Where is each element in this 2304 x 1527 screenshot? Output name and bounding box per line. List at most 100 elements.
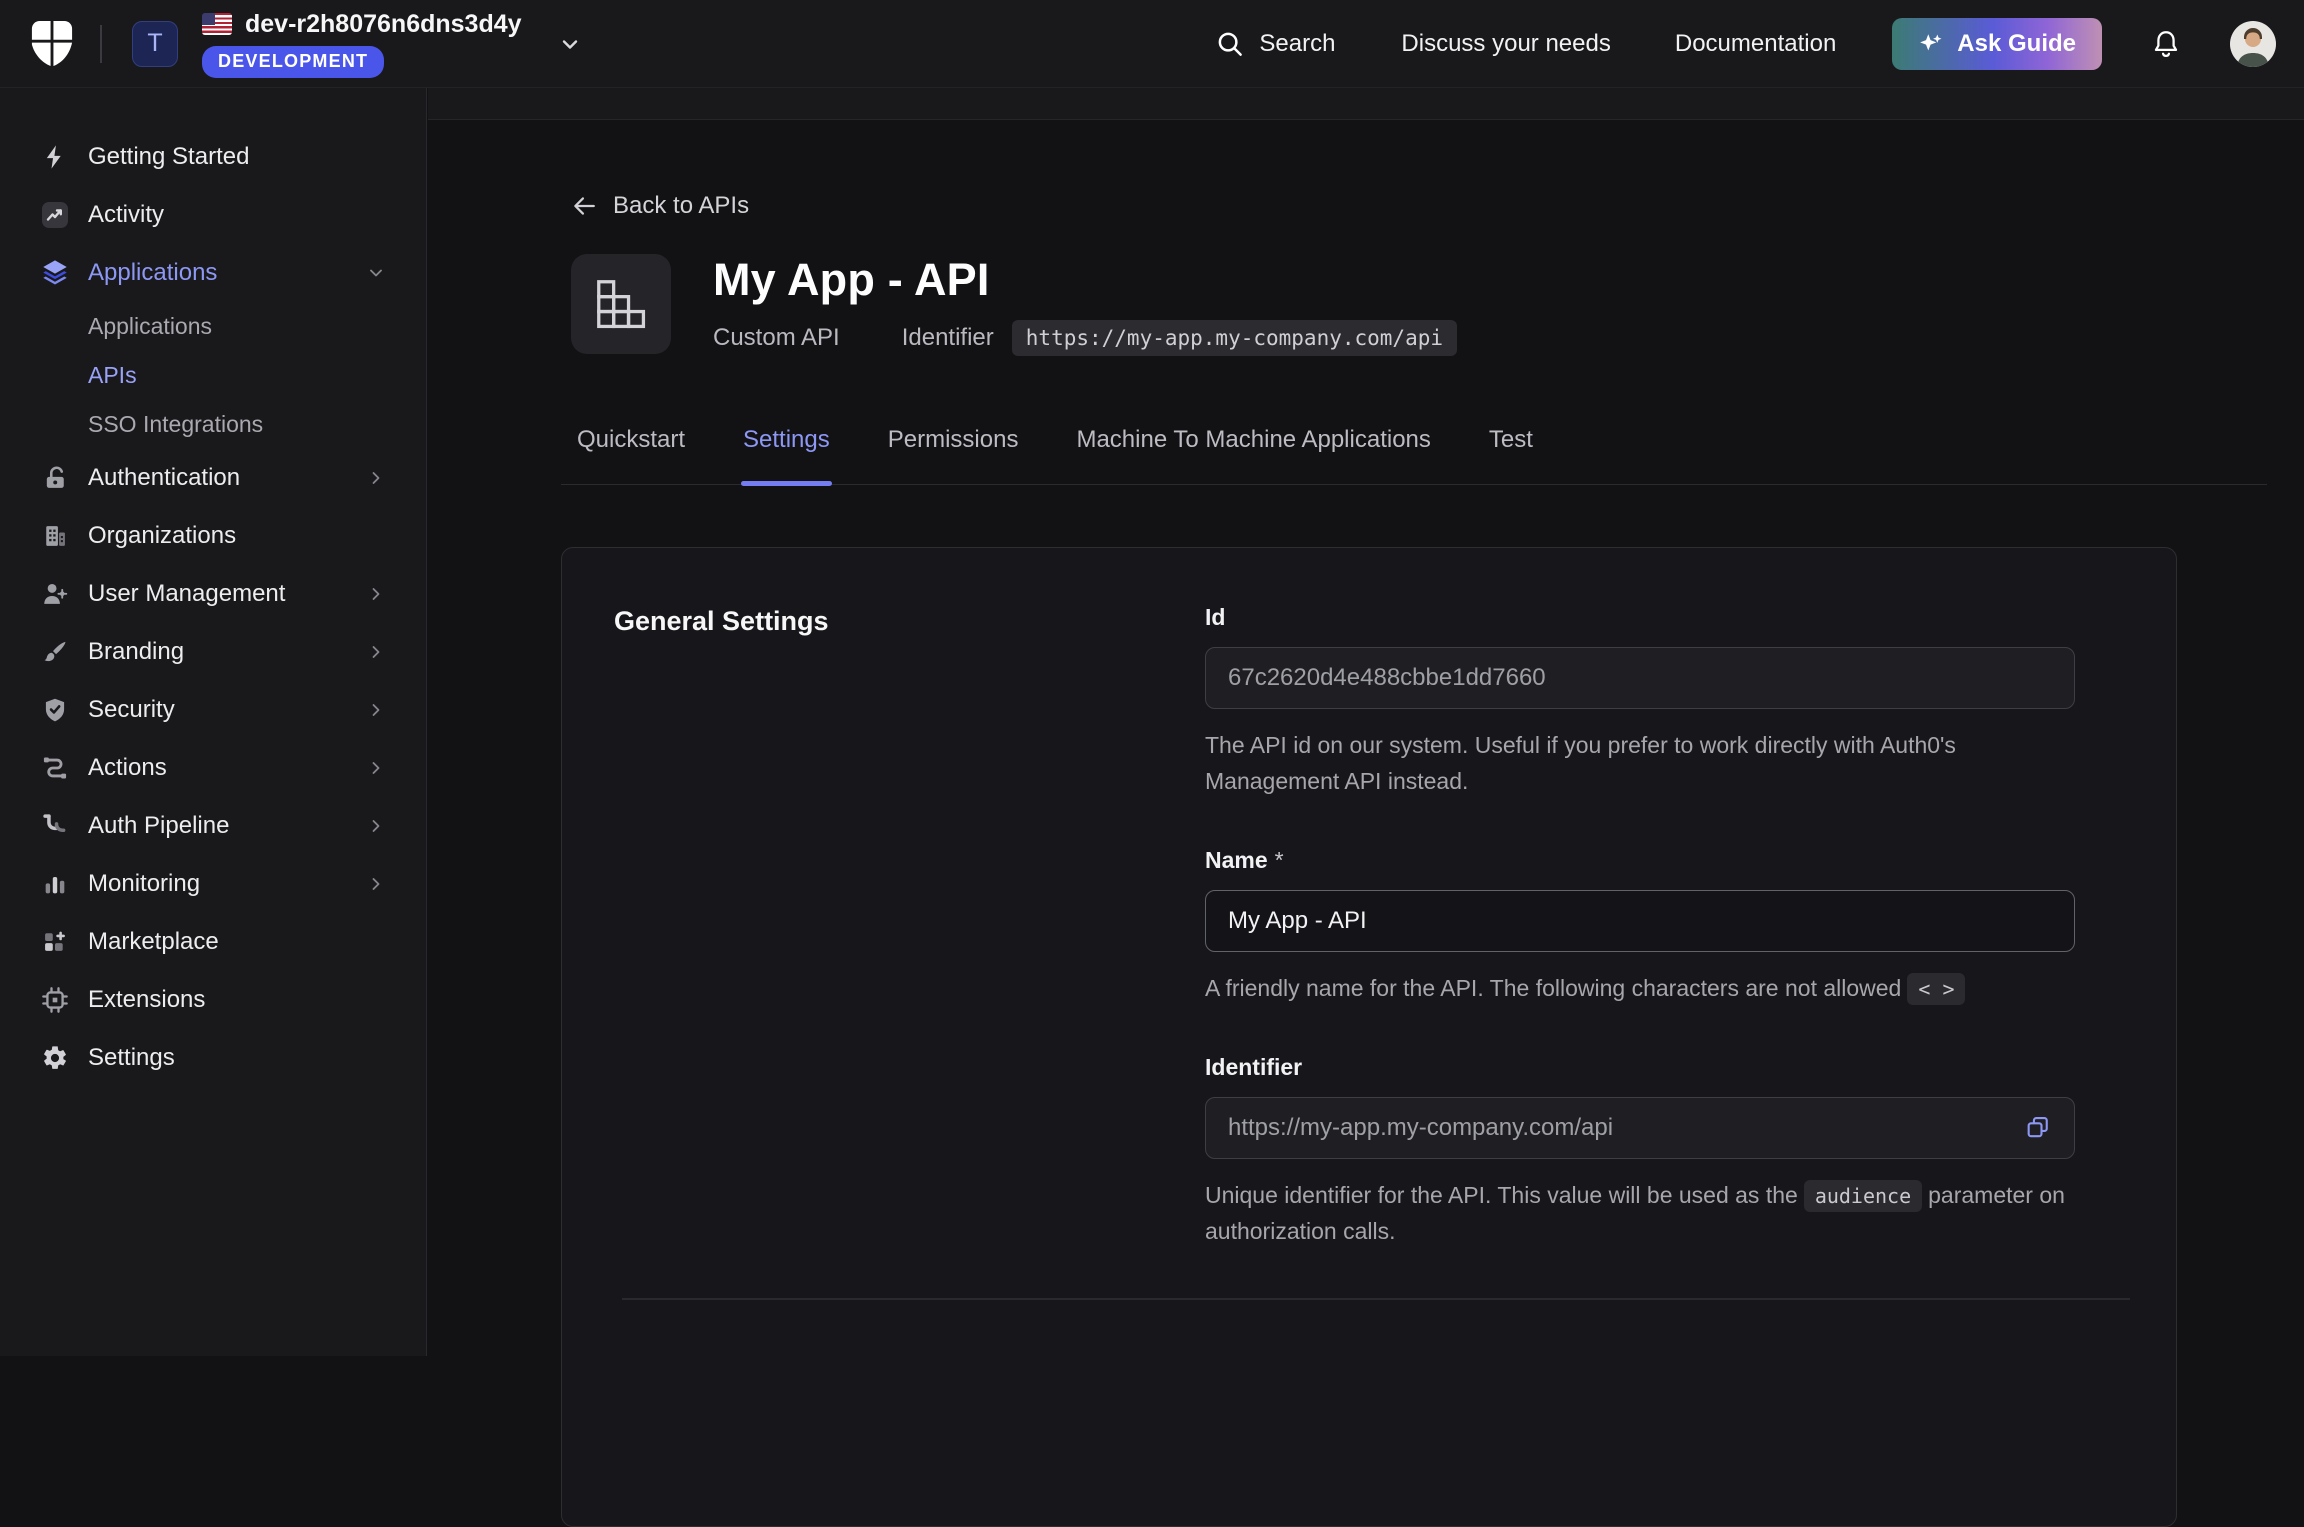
auth0-logo[interactable] [30,19,74,69]
sidebar-item-getting-started[interactable]: Getting Started [0,128,426,186]
card-section-divider [622,1298,2130,1300]
chevron-right-icon [366,468,386,488]
audience-chip: audience [1804,1180,1922,1212]
applications-submenu: Applications APIs SSO Integrations [0,302,426,449]
activity-chart-icon [38,199,72,231]
chevron-right-icon [366,758,386,778]
tab-permissions[interactable]: Permissions [886,412,1021,484]
identifier-input-value [1228,1114,2008,1142]
chevron-down-icon [558,32,582,56]
identifier-label: Identifier [902,324,994,352]
name-help-text: A friendly name for the API. The followi… [1205,970,2089,1006]
us-flag-icon [202,13,232,35]
content-top-strip [428,88,2304,120]
sidebar-item-sso-integrations[interactable]: SSO Integrations [0,400,426,449]
lock-open-icon [38,462,72,494]
tab-machine-to-machine-applications[interactable]: Machine To Machine Applications [1074,412,1432,484]
sidebar-item-applications-sub[interactable]: Applications [0,302,426,351]
notifications-bell-button[interactable] [2150,28,2182,60]
identifier-help-text: Unique identifier for the API. This valu… [1205,1177,2089,1249]
copy-icon [2024,1114,2052,1142]
tab-settings[interactable]: Settings [741,412,832,484]
sidebar-item-auth-pipeline[interactable]: Auth Pipeline [0,797,426,855]
page-title: My App - API [713,254,1457,306]
search-button[interactable]: Search [1215,29,1335,59]
topbar-divider [100,25,102,63]
bar-chart-icon [38,868,72,900]
id-field-group: Id The API id on our system. Useful if y… [1205,604,2125,799]
tab-quickstart[interactable]: Quickstart [575,412,687,484]
gear-icon [38,1042,72,1074]
lightning-icon [38,141,72,173]
chevron-right-icon [366,584,386,604]
api-header: My App - API Custom API Identifier https… [571,254,2177,356]
sidebar-item-branding[interactable]: Branding [0,623,426,681]
pipeline-icon [38,810,72,842]
sidebar-item-apis[interactable]: APIs [0,351,426,400]
documentation-link[interactable]: Documentation [1675,30,1836,58]
tenant-selector[interactable]: T dev-r2h8076n6dns3d4y DEVELOPMENT [132,10,582,78]
sidebar-item-organizations[interactable]: Organizations [0,507,426,565]
sidebar-item-activity[interactable]: Activity [0,186,426,244]
disallowed-chars-chip: < > [1907,973,1965,1005]
name-input[interactable] [1205,890,2075,952]
id-input-value [1228,664,2052,692]
layers-icon [38,257,72,289]
discuss-your-needs-link[interactable]: Discuss your needs [1401,30,1610,58]
sidebar-item-authentication[interactable]: Authentication [0,449,426,507]
api-blocks-icon [571,254,671,354]
sidebar-item-settings[interactable]: Settings [0,1029,426,1087]
api-identifier-chip: https://my-app.my-company.com/api [1012,320,1457,356]
sidebar-item-applications[interactable]: Applications [0,244,426,302]
sidebar-item-security[interactable]: Security [0,681,426,739]
id-help-text: The API id on our system. Useful if you … [1205,727,2089,799]
identifier-input [1205,1097,2075,1159]
avatar-photo [2230,21,2276,67]
chevron-right-icon [366,642,386,662]
sidebar: Getting Started Activity Applications Ap… [0,88,427,1356]
sidebar-item-actions[interactable]: Actions [0,739,426,797]
identifier-field-group: Identifier Unique identifier for the API… [1205,1054,2125,1249]
user-gear-icon [38,578,72,610]
environment-badge: DEVELOPMENT [202,46,384,78]
sidebar-item-marketplace[interactable]: Marketplace [0,913,426,971]
tenant-name: dev-r2h8076n6dns3d4y [245,10,522,39]
back-to-apis-link[interactable]: Back to APIs [571,192,749,220]
paintbrush-icon [38,636,72,668]
name-field-label: Name* [1205,847,2125,874]
chevron-right-icon [366,816,386,836]
marketplace-icon [38,926,72,958]
sidebar-item-extensions[interactable]: Extensions [0,971,426,1029]
sidebar-item-monitoring[interactable]: Monitoring [0,855,426,913]
main-content: Back to APIs My App - API Custom API Ide… [428,88,2304,1356]
search-icon [1215,29,1245,59]
api-type-label: Custom API [713,324,840,352]
tab-test[interactable]: Test [1487,412,1535,484]
chip-icon [38,984,72,1016]
auth0-shield-icon [30,19,74,69]
back-arrow-icon [571,193,597,219]
sparkles-icon [1918,31,1944,57]
topbar: T dev-r2h8076n6dns3d4y DEVELOPMENT Searc… [0,0,2304,88]
sidebar-item-user-management[interactable]: User Management [0,565,426,623]
flow-icon [38,752,72,784]
required-asterisk: * [1275,847,1284,873]
bell-icon [2150,28,2182,60]
chevron-right-icon [366,700,386,720]
copy-identifier-button[interactable] [2024,1114,2052,1142]
ask-guide-button[interactable]: Ask Guide [1892,18,2102,70]
building-icon [38,520,72,552]
id-field-label: Id [1205,604,2125,631]
identifier-field-label: Identifier [1205,1054,2125,1081]
tenant-avatar: T [132,21,178,67]
search-label: Search [1259,30,1335,58]
chevron-down-icon [366,263,386,283]
general-settings-card: General Settings Id The API id on our sy… [561,547,2177,1527]
shield-check-icon [38,694,72,726]
name-field-group: Name* A friendly name for the API. The f… [1205,847,2125,1006]
name-input-value[interactable] [1228,907,2052,935]
chevron-right-icon [366,874,386,894]
id-input [1205,647,2075,709]
tab-bar: Quickstart Settings Permissions Machine … [561,412,2267,485]
user-avatar[interactable] [2230,21,2276,67]
